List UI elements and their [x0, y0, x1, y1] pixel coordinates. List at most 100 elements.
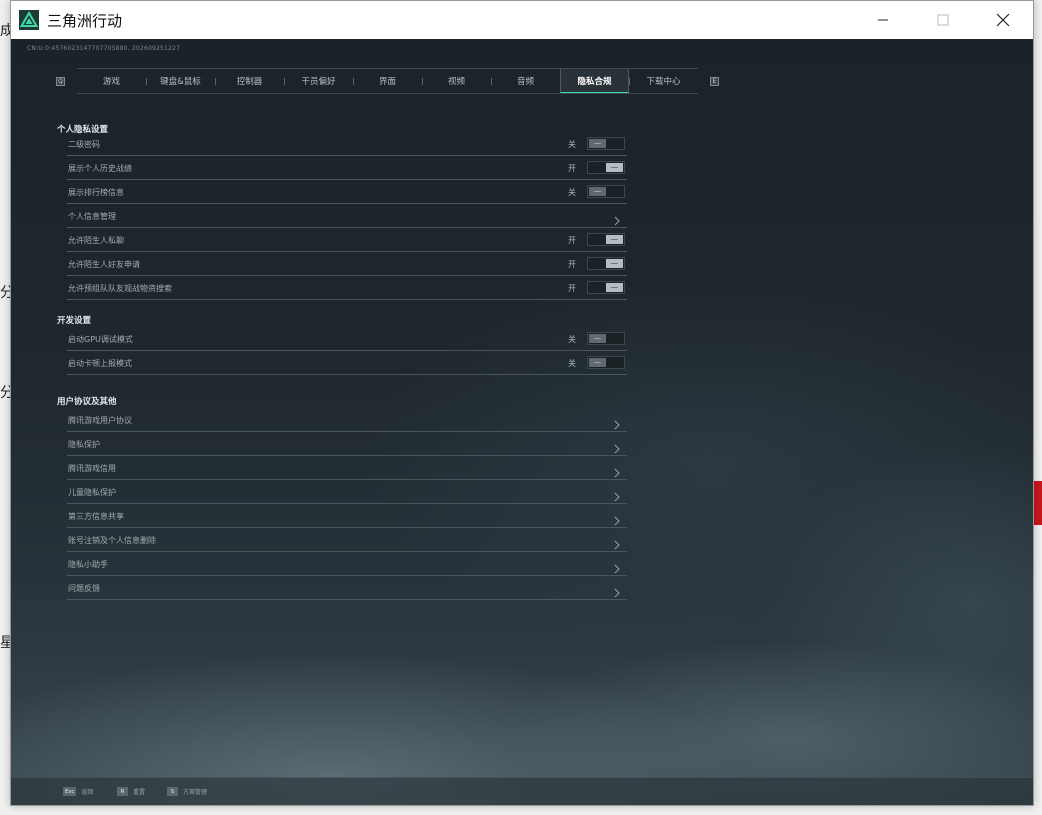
toggle-knob — [589, 334, 606, 343]
setting-label: 账号注销及个人信息删除 — [68, 536, 156, 545]
tab-3[interactable]: 干员偏好 — [284, 69, 353, 93]
chevron-right-icon[interactable] — [612, 415, 622, 430]
setting-toggle[interactable] — [587, 137, 625, 150]
setting-row[interactable]: 腾讯游戏用户协议 — [67, 409, 627, 432]
chevron-right-icon[interactable] — [612, 463, 622, 478]
setting-state-text: 关 — [568, 188, 576, 197]
hint-key: Esc — [63, 787, 77, 796]
chevron-right-icon[interactable] — [612, 511, 622, 526]
user-uid-text: CN:U:0:4576023147707705880, 202609251227 — [27, 45, 181, 52]
delta-force-logo-icon — [19, 10, 39, 30]
tab-4[interactable]: 界面 — [353, 69, 422, 93]
background-fragment: 星 — [0, 635, 14, 651]
window-title: 三角洲行动 — [47, 11, 123, 30]
setting-label: 腾讯游戏信用 — [68, 464, 116, 473]
hint-text: 重置 — [133, 789, 146, 796]
tab-7[interactable]: 隐私合规 — [560, 69, 629, 93]
background-fragment: 成 — [0, 23, 14, 39]
setting-label: 启动卡顿上报模式 — [68, 359, 132, 368]
bottom-hint[interactable]: Esc 返回 — [63, 787, 93, 796]
toggle-knob — [606, 283, 623, 292]
setting-row[interactable]: 隐私小助手 — [67, 553, 627, 576]
hint-key: R — [117, 787, 128, 796]
section-title-agreements: 用户协议及其他 — [57, 397, 117, 407]
setting-row[interactable]: 启动GPU调试模式 关 — [67, 328, 627, 351]
setting-row[interactable]: 儿童隐私保护 — [67, 481, 627, 504]
setting-row[interactable]: 展示排行榜信息 关 — [67, 181, 627, 204]
hint-text: 返回 — [81, 789, 94, 796]
chevron-right-icon[interactable] — [612, 535, 622, 550]
close-button[interactable] — [973, 1, 1033, 39]
hint-text: 方案管理 — [183, 789, 208, 796]
bottom-hint[interactable]: R 重置 — [117, 787, 145, 796]
setting-state-text: 开 — [568, 164, 576, 173]
section-title-dev: 开发设置 — [57, 316, 92, 326]
setting-state-text: 开 — [568, 260, 576, 269]
title-bar[interactable]: 三角洲行动 — [11, 1, 1033, 39]
setting-row[interactable]: 腾讯游戏信用 — [67, 457, 627, 480]
maximize-icon — [937, 14, 949, 26]
setting-toggle[interactable] — [587, 356, 625, 369]
tab-1[interactable]: 键盘&鼠标 — [146, 69, 215, 93]
setting-row[interactable]: 展示个人历史战绩 开 — [67, 157, 627, 180]
setting-row[interactable]: 允许陌生人私聊 开 — [67, 229, 627, 252]
background-fragment: 分 — [0, 385, 14, 401]
setting-state-text: 开 — [568, 236, 576, 245]
chevron-right-icon[interactable] — [612, 211, 622, 226]
tab-5[interactable]: 视频 — [422, 69, 491, 93]
setting-state-text: 开 — [568, 284, 576, 293]
setting-label: 儿童隐私保护 — [68, 488, 116, 497]
background-fragment: 分 — [0, 285, 14, 301]
setting-label: 展示个人历史战绩 — [68, 164, 132, 173]
setting-label: 二级密码 — [68, 140, 100, 149]
setting-label: 隐私小助手 — [68, 560, 108, 569]
setting-label: 允许陌生人私聊 — [68, 236, 124, 245]
settings-tab-bar: Q 游戏 键盘&鼠标 控制器 干员偏好 界面 视频 音频 隐私合规 下载中心 E — [56, 68, 719, 94]
setting-label: 允许陌生人好友申请 — [68, 260, 140, 269]
game-settings-screen: CN:U:0:4576023147707705880, 202609251227… — [11, 39, 1033, 805]
setting-label: 展示排行榜信息 — [68, 188, 124, 197]
tab-6[interactable]: 音频 — [491, 69, 560, 93]
setting-row[interactable]: 个人信息管理 — [67, 205, 627, 228]
setting-toggle[interactable] — [587, 233, 625, 246]
minimize-icon — [878, 19, 888, 21]
chevron-right-icon[interactable] — [612, 487, 622, 502]
tab-0[interactable]: 游戏 — [77, 69, 146, 93]
setting-toggle[interactable] — [587, 161, 625, 174]
setting-toggle[interactable] — [587, 332, 625, 345]
chevron-right-icon[interactable] — [612, 559, 622, 574]
setting-row[interactable]: 第三方信息共享 — [67, 505, 627, 528]
setting-label: 第三方信息共享 — [68, 512, 124, 521]
tab-2[interactable]: 控制器 — [215, 69, 284, 93]
next-tab-key-button[interactable]: E — [710, 76, 719, 86]
app-window: 三角洲行动 CN:U:0:4576023147707705880, 202609… — [10, 0, 1034, 806]
setting-row[interactable]: 启动卡顿上报模式 关 — [67, 352, 627, 375]
setting-state-text: 关 — [568, 359, 576, 368]
setting-toggle[interactable] — [587, 257, 625, 270]
setting-row[interactable]: 允许陌生人好友申请 开 — [67, 253, 627, 276]
setting-row[interactable]: 账号注销及个人信息删除 — [67, 529, 627, 552]
chevron-right-icon[interactable] — [612, 439, 622, 454]
chevron-right-icon[interactable] — [612, 583, 622, 598]
setting-row[interactable]: 允许预组队队友观战物资搜索 开 — [67, 277, 627, 300]
bottom-hint-bar: Esc 返回 R 重置 S 方案管理 — [11, 777, 1033, 805]
toggle-knob — [606, 163, 623, 172]
setting-state-text: 关 — [568, 335, 576, 344]
setting-row[interactable]: 二级密码 关 — [67, 133, 627, 156]
toggle-knob — [589, 358, 606, 367]
setting-toggle[interactable] — [587, 185, 625, 198]
minimize-button[interactable] — [853, 1, 913, 39]
setting-row[interactable]: 隐私保护 — [67, 433, 627, 456]
tab-8[interactable]: 下载中心 — [629, 69, 698, 93]
prev-tab-key-button[interactable]: Q — [56, 76, 65, 86]
toggle-knob — [589, 187, 606, 196]
close-icon — [996, 13, 1010, 27]
setting-toggle[interactable] — [587, 281, 625, 294]
toggle-knob — [606, 259, 623, 268]
setting-row[interactable]: 问题反馈 — [67, 577, 627, 600]
bottom-hint[interactable]: S 方案管理 — [167, 787, 207, 796]
hint-key: S — [167, 787, 178, 796]
toggle-knob — [589, 139, 606, 148]
setting-label: 启动GPU调试模式 — [68, 335, 133, 344]
maximize-button[interactable] — [913, 1, 973, 39]
